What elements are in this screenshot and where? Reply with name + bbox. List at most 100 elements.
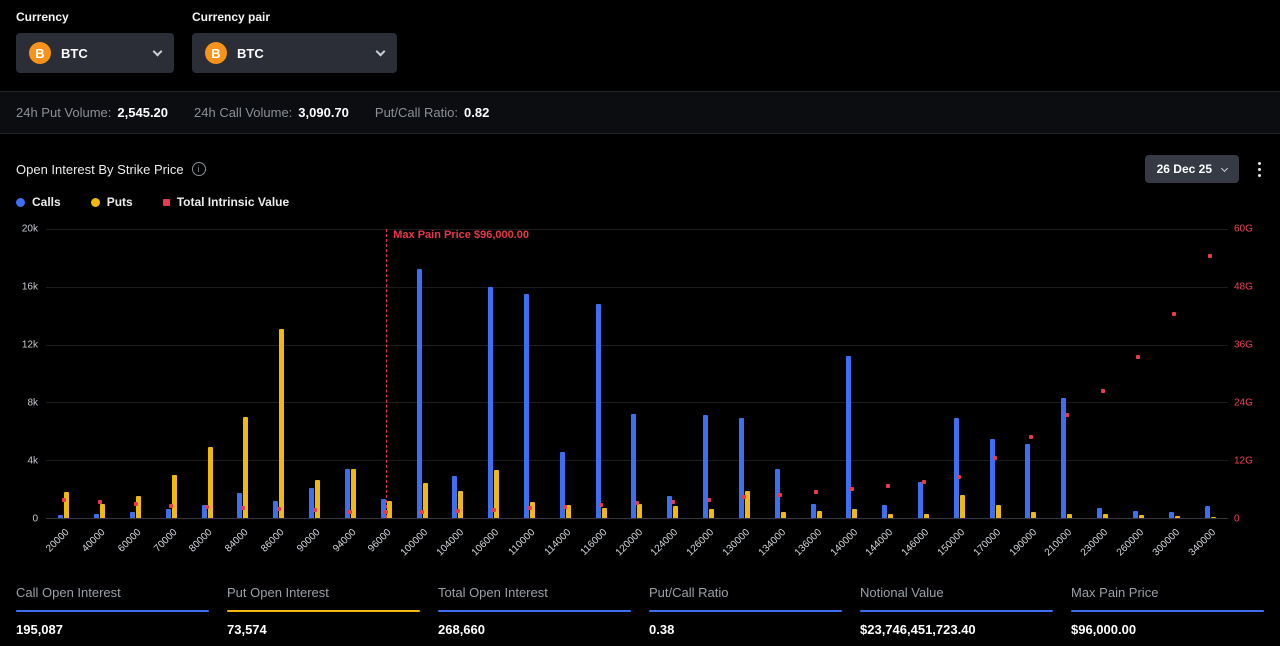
call-bar[interactable]	[1025, 444, 1031, 518]
info-icon[interactable]: i	[191, 162, 206, 176]
y-axis-tick: 20k	[21, 223, 38, 235]
x-axis-label-text: 116000	[578, 527, 609, 558]
call-bar[interactable]	[738, 418, 744, 518]
currency-filter-label: Currency	[16, 10, 69, 24]
call-bar[interactable]	[810, 503, 816, 518]
legend-label: Calls	[32, 195, 61, 209]
put-bar[interactable]	[1103, 514, 1109, 518]
put-bar[interactable]	[279, 328, 285, 518]
put-bar[interactable]	[709, 509, 715, 518]
call-bar[interactable]	[882, 505, 888, 518]
call-bar[interactable]	[309, 487, 315, 518]
call-bar[interactable]	[1132, 510, 1138, 518]
call-bar[interactable]	[1204, 506, 1210, 518]
bar-group	[1013, 229, 1049, 518]
intrinsic-value-dot	[993, 456, 998, 461]
y-axis-tick: 12k	[21, 339, 38, 351]
expiry-date-value: 26 Dec 25	[1156, 162, 1212, 176]
intrinsic-value-dot	[348, 509, 353, 514]
put-bar[interactable]	[136, 496, 142, 518]
call-bar[interactable]	[165, 509, 171, 518]
call-bar[interactable]	[989, 438, 995, 518]
call-bar[interactable]	[703, 415, 709, 518]
put-bar[interactable]	[780, 512, 786, 518]
intrinsic-value-dot	[814, 490, 819, 495]
put-bar[interactable]	[1138, 515, 1144, 518]
y-axis-tick: 36G	[1234, 339, 1253, 351]
bar-group	[691, 229, 727, 518]
put-bar[interactable]	[1174, 515, 1180, 518]
call-bar[interactable]	[953, 418, 959, 518]
put-bar[interactable]	[637, 503, 643, 518]
bar-group	[404, 229, 440, 518]
kebab-menu-icon[interactable]	[1255, 159, 1264, 180]
summary-underline	[227, 610, 420, 612]
x-axis-label-text: 84000	[223, 527, 251, 555]
call-bar[interactable]	[58, 515, 64, 518]
call-bar[interactable]	[1097, 507, 1103, 518]
x-axis-label-text: 70000	[151, 527, 180, 555]
x-axis-label-text: 136000	[792, 527, 824, 559]
call-bar[interactable]	[918, 481, 924, 518]
circle-marker-icon	[90, 197, 100, 207]
put-bar[interactable]	[888, 513, 894, 518]
put-bar[interactable]	[1031, 512, 1037, 518]
call-bar[interactable]	[130, 512, 136, 518]
currency-select[interactable]: B BTC	[16, 33, 174, 73]
volume-stats-bar: 24h Put Volume: 2,545.20 24h Call Volume: 3…	[0, 91, 1280, 134]
intrinsic-value-dot	[1029, 434, 1033, 439]
stat-value: 3,090.70	[298, 105, 349, 120]
volume-stat-24h-call-volume: 24h Call Volume: 3,090.70	[194, 105, 349, 120]
call-bar[interactable]	[380, 499, 386, 518]
bar-group	[118, 229, 154, 518]
put-bar[interactable]	[1067, 513, 1073, 518]
legend-item-total-intrinsic-value[interactable]: Total Intrinsic Value	[162, 195, 289, 209]
put-bar[interactable]	[924, 514, 930, 518]
put-bar[interactable]	[530, 502, 536, 518]
legend-item-puts[interactable]: Puts	[90, 195, 133, 209]
put-bar[interactable]	[673, 506, 679, 518]
put-bar[interactable]	[243, 416, 249, 518]
call-bar[interactable]	[488, 286, 494, 518]
expiry-date-select[interactable]: 26 Dec 25	[1144, 155, 1239, 183]
call-bar[interactable]	[595, 304, 601, 518]
put-bar[interactable]	[816, 510, 822, 518]
call-bar[interactable]	[416, 269, 422, 518]
x-axis-label-text: 300000	[1150, 527, 1183, 559]
intrinsic-value-dot	[276, 506, 281, 511]
x-axis-label-text: 340000	[1186, 527, 1218, 559]
intrinsic-value-dot	[1172, 311, 1177, 316]
call-bar[interactable]	[846, 356, 852, 518]
stat-label: Put/Call Ratio:	[374, 105, 458, 120]
summary-label: Notional Value	[860, 585, 944, 600]
put-bar[interactable]	[100, 503, 106, 518]
put-bar[interactable]	[171, 474, 177, 518]
put-bar[interactable]	[458, 490, 464, 518]
bar-group	[189, 229, 225, 518]
put-bar[interactable]	[995, 505, 1001, 518]
x-axis-label-text: 170000	[971, 527, 1003, 559]
bar-group	[727, 229, 763, 518]
summary-underline	[16, 610, 209, 612]
put-bar[interactable]	[959, 494, 965, 518]
summary-put-open-interest: Put Open Interest 73,574	[227, 585, 420, 637]
summary-max-pain-price: Max Pain Price $96,000.00	[1071, 585, 1264, 637]
chevron-down-icon	[152, 46, 163, 56]
oi-by-strike-chart[interactable]: 0 4k 8k 12k 16k 20k Max Pain Price $96,000.00…	[16, 223, 1264, 571]
x-axis-label-text: 110000	[506, 527, 538, 558]
call-bar[interactable]	[524, 294, 530, 518]
currency-pair-filter-label: Currency pair	[192, 10, 271, 24]
call-bar[interactable]	[94, 513, 100, 518]
legend-item-calls[interactable]: Calls	[16, 195, 61, 209]
put-bar[interactable]	[64, 492, 70, 518]
put-bar[interactable]	[315, 480, 321, 518]
put-bar[interactable]	[601, 507, 607, 518]
currency-value: BTC	[61, 45, 88, 61]
chevron-down-icon	[375, 46, 386, 56]
put-bar[interactable]	[852, 509, 858, 518]
put-bar[interactable]	[1210, 516, 1216, 518]
call-bar[interactable]	[1168, 512, 1174, 518]
plot-area[interactable]: Max Pain Price $96,000.00	[46, 229, 1228, 519]
currency-pair-select[interactable]: B BTC	[192, 33, 397, 73]
summary-label: Put Open Interest	[227, 585, 329, 600]
